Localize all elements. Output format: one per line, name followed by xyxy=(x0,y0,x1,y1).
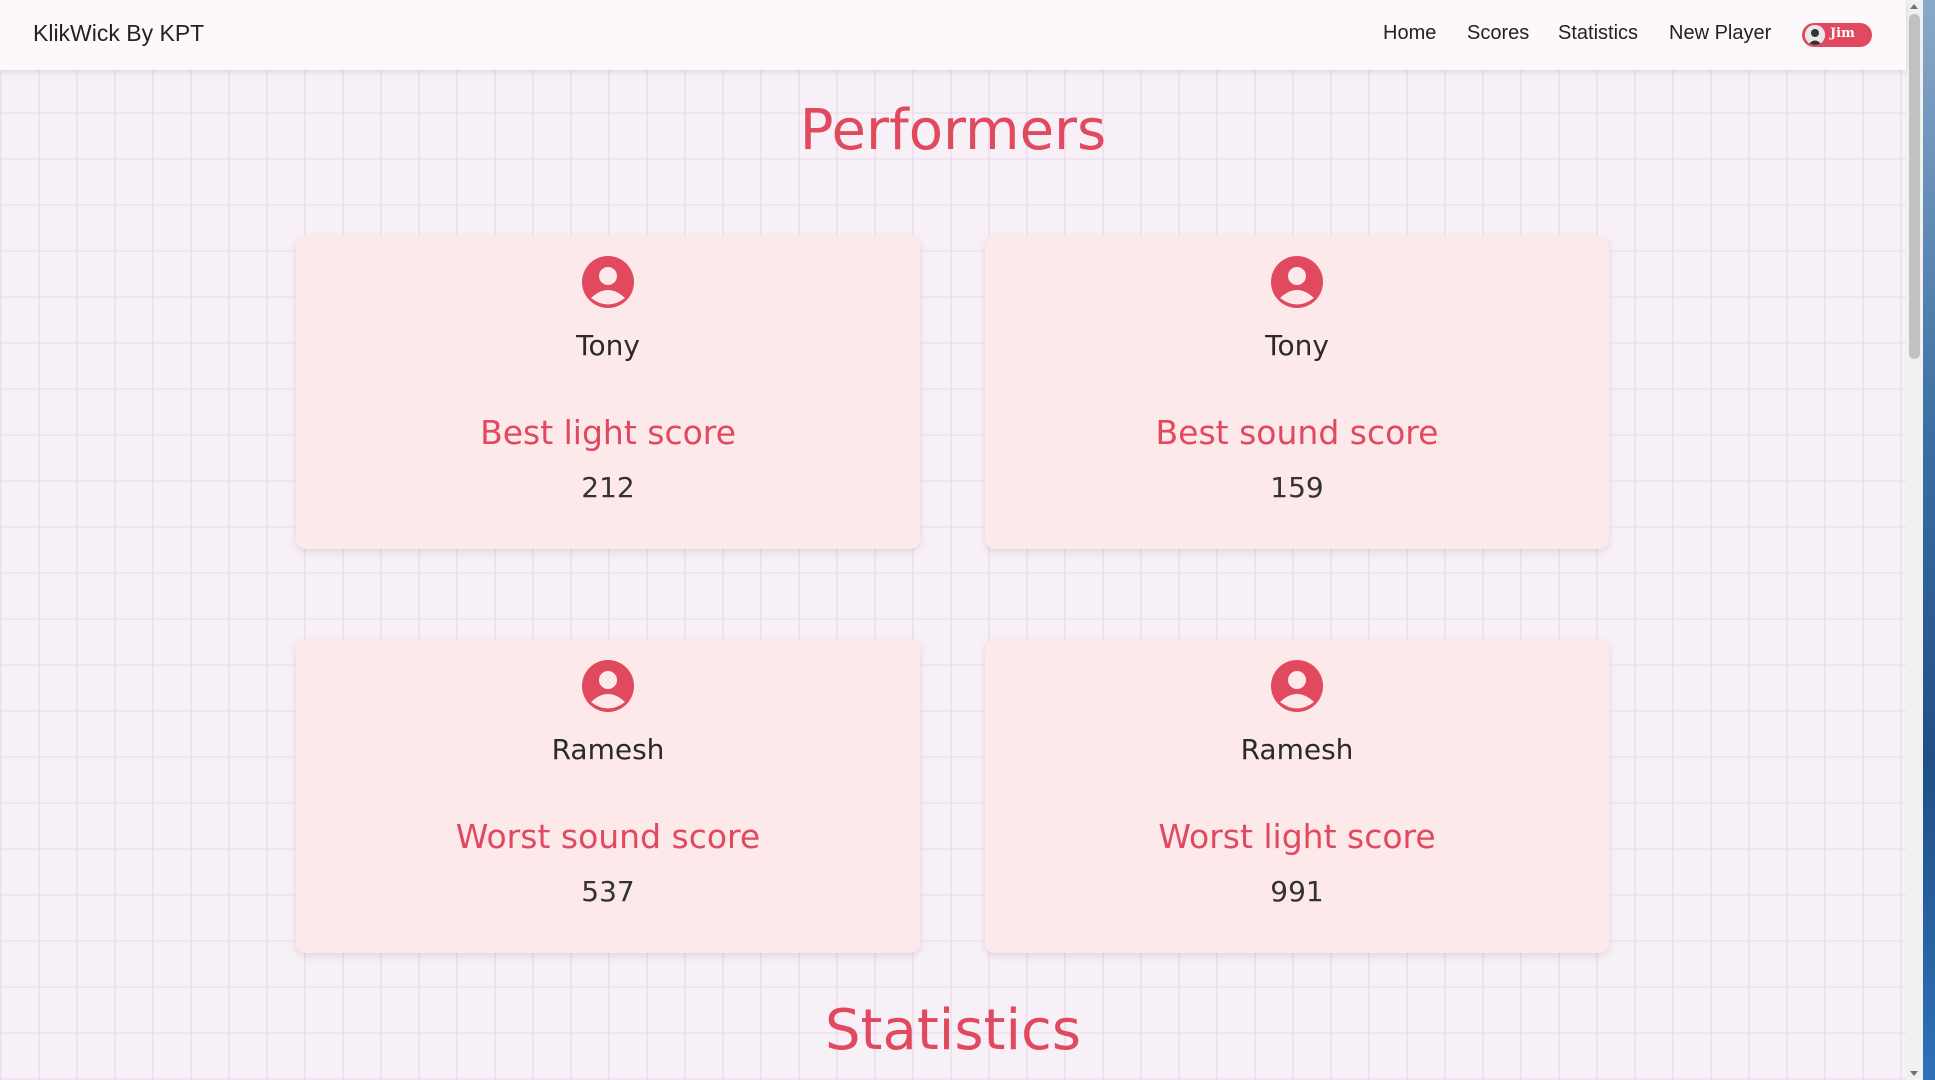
score-value: 159 xyxy=(1270,471,1324,504)
user-avatar xyxy=(1805,25,1825,45)
score-value: 991 xyxy=(1270,875,1324,908)
performer-card: Tony Best light score 212 xyxy=(296,235,920,549)
user-circle-icon xyxy=(582,660,634,712)
user-circle-icon xyxy=(1271,256,1323,308)
score-label: Worst sound score xyxy=(455,817,761,856)
player-name: Ramesh xyxy=(551,733,665,766)
user-circle-icon xyxy=(582,256,634,308)
user-photo-icon xyxy=(1805,25,1825,45)
user-name: Jim xyxy=(1830,26,1855,41)
scroll-down-arrow-icon[interactable] xyxy=(1910,1071,1918,1076)
nav-scores[interactable]: Scores xyxy=(1467,22,1529,45)
score-value: 212 xyxy=(581,471,635,504)
performer-card: Ramesh Worst sound score 537 xyxy=(296,639,920,953)
score-value: 537 xyxy=(581,875,635,908)
player-name: Tony xyxy=(576,329,640,362)
user-menu-button[interactable]: Jim xyxy=(1802,23,1872,47)
player-name: Ramesh xyxy=(1240,733,1354,766)
performer-card: Ramesh Worst light score 991 xyxy=(985,639,1609,953)
top-navbar: KlikWick By KPT Home Scores Statistics N… xyxy=(0,0,1906,70)
score-label: Worst light score xyxy=(1158,817,1436,856)
user-circle-icon xyxy=(1271,660,1323,712)
nav-home[interactable]: Home xyxy=(1383,22,1436,45)
performer-card: Tony Best sound score 159 xyxy=(985,235,1609,549)
desktop-background-edge xyxy=(1923,0,1935,1080)
nav-statistics[interactable]: Statistics xyxy=(1558,22,1638,45)
score-label: Best light score xyxy=(480,413,736,452)
statistics-title: Statistics xyxy=(825,998,1081,1063)
player-name: Tony xyxy=(1265,329,1329,362)
page-scrollbar[interactable] xyxy=(1906,0,1923,1080)
brand-logo-text[interactable]: KlikWick By KPT xyxy=(33,20,204,47)
scrollbar-thumb[interactable] xyxy=(1909,14,1920,359)
score-label: Best sound score xyxy=(1155,413,1439,452)
performers-title: Performers xyxy=(799,98,1107,163)
scroll-up-arrow-icon[interactable] xyxy=(1910,4,1918,9)
nav-new-player[interactable]: New Player xyxy=(1669,22,1771,45)
